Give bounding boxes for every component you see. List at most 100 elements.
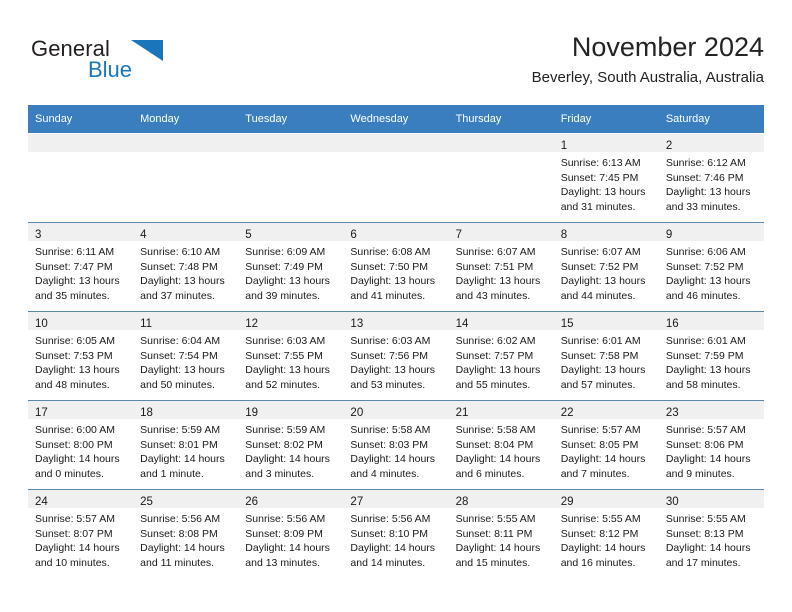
day-number-band: 15 — [553, 312, 659, 330]
daylight-text-line1: Daylight: 14 hours — [350, 542, 436, 555]
calendar-cell-day[interactable]: 29 Sunrise: 5:55 AM Sunset: 8:12 PM Dayligh… — [553, 489, 659, 578]
daylight-text-line1: Daylight: 14 hours — [560, 453, 646, 466]
calendar-cell-day[interactable]: 22 Sunrise: 5:57 AM Sunset: 8:05 PM Dayligh… — [553, 400, 659, 490]
sunrise-text: Sunrise: 6:11 AM — [35, 246, 115, 258]
sunset-text: Sunset: 8:06 PM — [665, 438, 744, 451]
calendar-cell-day[interactable]: 27 Sunrise: 5:56 AM Sunset: 8:10 PM Dayligh… — [343, 489, 449, 578]
daylight-text-line2: and 37 minutes. — [140, 289, 215, 302]
daylight-text-line1: Daylight: 13 hours — [35, 275, 120, 288]
calendar-cell-day[interactable]: 30 Sunrise: 5:55 AM Sunset: 8:13 PM Dayligh… — [658, 489, 764, 578]
day-number: 11 — [140, 318, 153, 330]
daylight-text-line1: Daylight: 13 hours — [245, 364, 330, 377]
day-number-band: 17 — [28, 401, 134, 419]
calendar-page: General Blue November 2024 Beverley, Sou… — [0, 0, 792, 612]
daylight-text-line1: Daylight: 13 hours — [140, 364, 225, 377]
day-details: Sunrise: 5:57 AM Sunset: 8:06 PM Daylight:… — [659, 419, 764, 481]
weekday-header-friday: Friday — [553, 105, 659, 134]
day-number: 8 — [560, 229, 568, 241]
calendar-cell-day[interactable]: 16 Sunrise: 6:01 AM Sunset: 7:59 PM Dayligh… — [658, 311, 764, 401]
sunset-text: Sunset: 7:56 PM — [350, 349, 429, 362]
calendar-cell-day[interactable]: 9 Sunrise: 6:06 AM Sunset: 7:52 PM Daylight… — [658, 222, 764, 312]
calendar-cell-day[interactable]: 3 Sunrise: 6:11 AM Sunset: 7:47 PM Daylight… — [28, 222, 134, 312]
calendar-week-row: 24 Sunrise: 5:57 AM Sunset: 8:07 PM Dayligh… — [28, 489, 764, 578]
day-number-band: 8 — [553, 223, 659, 241]
calendar-cell-day[interactable]: 18 Sunrise: 5:59 AM Sunset: 8:01 PM Dayligh… — [133, 400, 239, 490]
calendar-cell-day[interactable]: 25 Sunrise: 5:56 AM Sunset: 8:08 PM Dayligh… — [133, 489, 239, 578]
sunrise-text: Sunrise: 6:02 AM — [455, 335, 536, 347]
daylight-text-line2: and 53 minutes. — [350, 378, 426, 391]
day-number: 26 — [245, 496, 259, 508]
daylight-text-line2: and 55 minutes. — [455, 378, 531, 391]
calendar-cell-day[interactable]: 17 Sunrise: 6:00 AM Sunset: 8:00 PM Dayligh… — [28, 400, 134, 490]
day-number: 25 — [140, 496, 153, 508]
daylight-text-line1: Daylight: 13 hours — [665, 364, 751, 377]
calendar-cell-day[interactable]: 24 Sunrise: 5:57 AM Sunset: 8:07 PM Dayligh… — [28, 489, 134, 578]
daylight-text-line1: Daylight: 13 hours — [140, 275, 225, 288]
calendar-header-row: Sunday Monday Tuesday Wednesday Thursday… — [28, 105, 764, 134]
daylight-text-line2: and 31 minutes. — [560, 200, 636, 213]
daylight-text-line1: Daylight: 13 hours — [560, 186, 646, 199]
calendar-cell-day[interactable]: 4 Sunrise: 6:10 AM Sunset: 7:48 PM Daylight… — [133, 222, 239, 312]
calendar-cell-day[interactable]: 13 Sunrise: 6:03 AM Sunset: 7:56 PM Dayligh… — [343, 311, 449, 401]
calendar-cell-day[interactable]: 11 Sunrise: 6:04 AM Sunset: 7:54 PM Dayligh… — [133, 311, 239, 401]
day-number-band: 16 — [658, 312, 764, 330]
calendar-week-row: 3 Sunrise: 6:11 AM Sunset: 7:47 PM Daylight… — [28, 222, 764, 312]
sunset-text: Sunset: 7:53 PM — [35, 349, 113, 362]
calendar-cell-day[interactable]: 26 Sunrise: 5:56 AM Sunset: 8:09 PM Dayligh… — [238, 489, 344, 578]
day-number: 14 — [455, 318, 469, 330]
daylight-text-line1: Daylight: 13 hours — [455, 275, 541, 288]
sunrise-text: Sunrise: 6:09 AM — [245, 246, 326, 258]
sunset-text: Sunset: 7:51 PM — [455, 260, 534, 273]
calendar-cell-day[interactable]: 15 Sunrise: 6:01 AM Sunset: 7:58 PM Dayligh… — [553, 311, 659, 401]
sunrise-text: Sunrise: 6:03 AM — [245, 335, 326, 347]
day-details: Sunrise: 6:12 AM Sunset: 7:46 PM Daylight:… — [659, 152, 764, 214]
day-details: Sunrise: 5:59 AM Sunset: 8:02 PM Daylight:… — [238, 419, 343, 481]
daylight-text-line1: Daylight: 14 hours — [665, 542, 751, 555]
calendar-cell-day[interactable]: 7 Sunrise: 6:07 AM Sunset: 7:51 PM Daylight… — [448, 222, 554, 312]
daylight-text-line2: and 50 minutes. — [140, 378, 215, 391]
calendar-cell-day[interactable]: 2 Sunrise: 6:12 AM Sunset: 7:46 PM Daylight… — [658, 133, 764, 223]
day-number: 23 — [665, 407, 679, 419]
sunrise-text: Sunrise: 6:05 AM — [35, 335, 115, 347]
day-number: 28 — [455, 496, 469, 508]
calendar-cell-day[interactable]: 28 Sunrise: 5:55 AM Sunset: 8:11 PM Dayligh… — [448, 489, 554, 578]
calendar-cell-empty — [448, 133, 554, 223]
sunrise-text: Sunrise: 6:00 AM — [35, 424, 115, 436]
day-details: Sunrise: 5:58 AM Sunset: 8:03 PM Daylight:… — [343, 419, 448, 481]
day-number-band: 3 — [28, 223, 134, 241]
brand-logo[interactable]: General Blue — [31, 36, 231, 88]
sunset-text: Sunset: 8:08 PM — [140, 527, 218, 540]
daylight-text-line2: and 13 minutes. — [245, 556, 320, 569]
sunset-text: Sunset: 8:00 PM — [35, 438, 113, 451]
brand-name-blue: Blue — [88, 57, 133, 82]
calendar-cell-day[interactable]: 1 Sunrise: 6:13 AM Sunset: 7:45 PM Daylight… — [553, 133, 659, 223]
day-details: Sunrise: 6:06 AM Sunset: 7:52 PM Daylight:… — [659, 241, 764, 303]
calendar-cell-day[interactable]: 14 Sunrise: 6:02 AM Sunset: 7:57 PM Dayligh… — [448, 311, 554, 401]
sunset-text: Sunset: 7:52 PM — [560, 260, 639, 273]
daylight-text-line1: Daylight: 14 hours — [245, 542, 330, 555]
day-number: 12 — [245, 318, 259, 330]
day-number: 4 — [140, 229, 147, 241]
sunrise-text: Sunrise: 6:08 AM — [350, 246, 431, 258]
calendar-cell-day[interactable]: 5 Sunrise: 6:09 AM Sunset: 7:49 PM Daylight… — [238, 222, 344, 312]
day-details: Sunrise: 6:05 AM Sunset: 7:53 PM Daylight:… — [28, 330, 133, 392]
day-number-band: 29 — [553, 490, 659, 508]
daylight-text-line1: Daylight: 14 hours — [665, 453, 751, 466]
calendar-cell-day[interactable]: 20 Sunrise: 5:58 AM Sunset: 8:03 PM Dayligh… — [343, 400, 449, 490]
calendar-cell-day[interactable]: 23 Sunrise: 5:57 AM Sunset: 8:06 PM Dayligh… — [658, 400, 764, 490]
daylight-text-line2: and 0 minutes. — [35, 467, 104, 480]
daylight-text-line2: and 11 minutes. — [140, 556, 215, 569]
calendar-cell-day[interactable]: 10 Sunrise: 6:05 AM Sunset: 7:53 PM Dayligh… — [28, 311, 134, 401]
calendar-cell-day[interactable]: 12 Sunrise: 6:03 AM Sunset: 7:55 PM Dayligh… — [238, 311, 344, 401]
day-details: Sunrise: 6:01 AM Sunset: 7:58 PM Daylight:… — [554, 330, 659, 392]
calendar-cell-day[interactable]: 6 Sunrise: 6:08 AM Sunset: 7:50 PM Daylight… — [343, 222, 449, 312]
day-details: Sunrise: 6:04 AM Sunset: 7:54 PM Daylight:… — [133, 330, 238, 392]
day-number: 10 — [35, 318, 48, 330]
calendar-cell-day[interactable]: 21 Sunrise: 5:58 AM Sunset: 8:04 PM Dayligh… — [448, 400, 554, 490]
calendar-cell-day[interactable]: 8 Sunrise: 6:07 AM Sunset: 7:52 PM Daylight… — [553, 222, 659, 312]
day-number-band: 20 — [343, 401, 449, 419]
sunset-text: Sunset: 8:09 PM — [245, 527, 323, 540]
day-number-band: 12 — [238, 312, 344, 330]
calendar-cell-day[interactable]: 19 Sunrise: 5:59 AM Sunset: 8:02 PM Dayligh… — [238, 400, 344, 490]
daylight-text-line2: and 41 minutes. — [350, 289, 426, 302]
